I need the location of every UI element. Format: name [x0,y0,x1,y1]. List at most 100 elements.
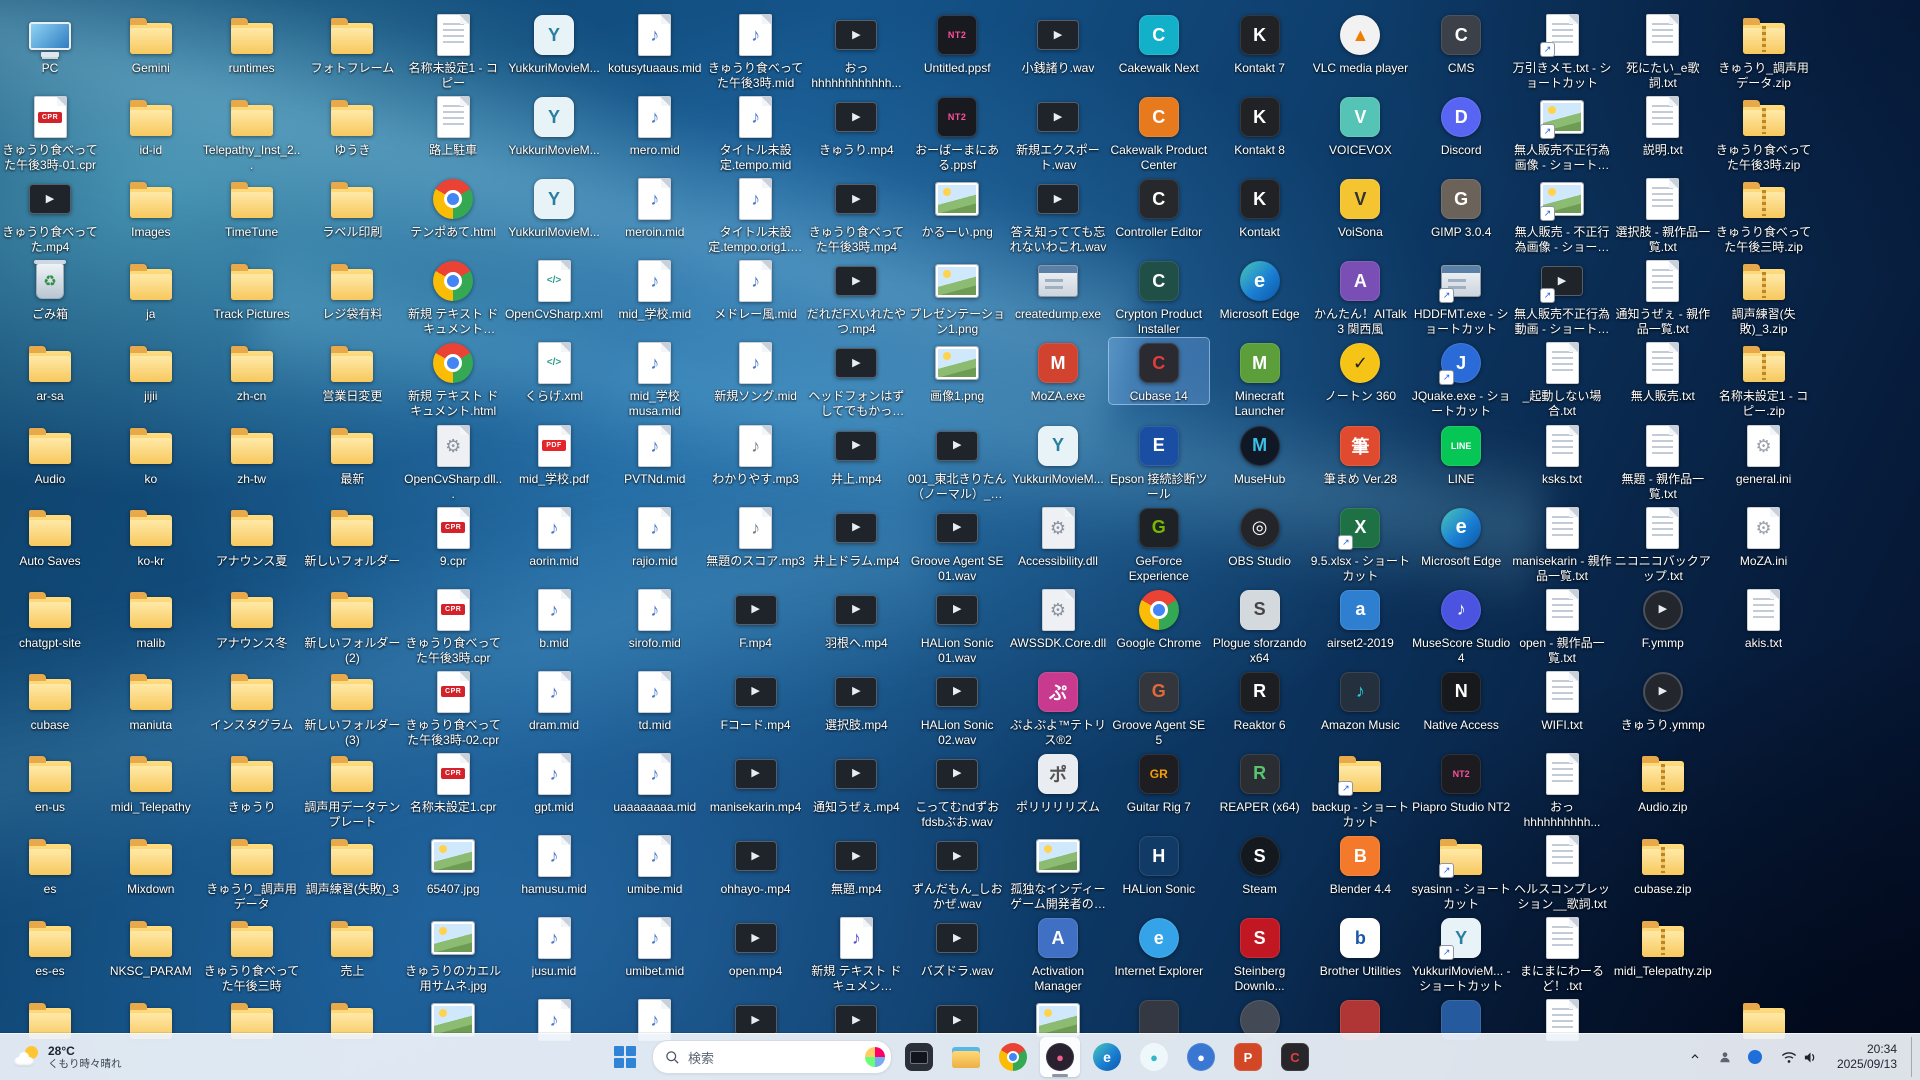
desktop-icon[interactable]: ♪ b.mid [504,585,604,651]
desktop-icon[interactable]: アナウンス夏 [202,503,302,569]
desktop-icon[interactable]: PC [0,10,100,76]
desktop-icon[interactable]: cubase.zip [1613,831,1713,897]
desktop-icon[interactable]: manisekarin - 親作品一覧.txt [1512,503,1612,584]
desktop-icon[interactable]: 新しいフォルダー (2) [302,585,402,666]
desktop-icon[interactable]: 調声練習(失敗)_3.zip [1714,256,1814,337]
desktop-icon[interactable]: ▶ きゅうり食べってた.mp4 [0,174,100,255]
desktop-icon[interactable]: ▶↗無人販売不正行為動画 - ショートカット [1512,256,1612,337]
desktop-icon[interactable]: ▶ バズドラ.wav [907,913,1007,979]
desktop-icon[interactable]: C Controller Editor [1109,174,1209,240]
desktop-icon[interactable]: ♪ きゅうり食べってた午後3時.mid [706,10,806,91]
desktop-icon[interactable]: ゆうき [302,92,402,158]
desktop-icon[interactable]: ♪ メドレー風.mid [706,256,806,322]
desktop-icon[interactable]: K Kontakt 7 [1210,10,1310,76]
desktop-icon[interactable]: G Groove Agent SE 5 [1109,667,1209,748]
start-button[interactable] [605,1037,645,1077]
desktop-icon[interactable]: きゅうり_調声用データ [202,831,302,912]
desktop-icon[interactable]: ♪ kotusytuaaus.mid [605,10,705,76]
desktop-icon[interactable]: ▶ 選択肢.mp4 [806,667,906,733]
desktop-icon[interactable]: en-us [0,749,100,815]
desktop-icon[interactable]: ヘルスコンプレッション__歌詞.txt [1512,831,1612,912]
search-input[interactable]: 検索 [652,1040,892,1074]
desktop-icon[interactable]: Images [101,174,201,240]
desktop-icon[interactable]: ♪ umibet.mid [605,913,705,979]
desktop-icon[interactable]: レジ袋有料 [302,256,402,322]
desktop-icon[interactable]: Y YukkuriMovieM... [504,174,604,240]
desktop-icon[interactable]: ♪ gpt.mid [504,749,604,815]
desktop-icon[interactable]: ▶ 新規エクスポート.wav [1008,92,1108,173]
desktop-icon[interactable]: 説明.txt [1613,92,1713,158]
desktop-icon[interactable]: 調声用データテンプレート [302,749,402,830]
desktop[interactable]: PCCPRきゅうり食べってた午後3時-01.cpr▶きゅうり食べってた.mp4ご… [0,0,1920,1080]
desktop-icon[interactable]: きゅうり食べってた午後三時.zip [1714,174,1814,255]
desktop-icon[interactable]: きゅうり_調声用データ.zip [1714,10,1814,91]
desktop-icon[interactable]: ぷぷよぷよ™テトリス®2 [1008,667,1108,748]
desktop-icon[interactable]: ♪ タイトル未設定.tempo.mid [706,92,806,173]
desktop-icon[interactable]: ラベル印刷 [302,174,402,240]
desktop-icon[interactable]: ▶ open.mp4 [706,913,806,979]
desktop-icon[interactable]: ar-sa [0,338,100,404]
taskbar-app-file-explorer[interactable] [946,1037,986,1077]
desktop-icon[interactable]: Y YukkuriMovieM... [504,92,604,158]
desktop-icon[interactable]: S Steam [1210,831,1310,897]
desktop-icon[interactable]: 名称未設定1 - コピー.zip [1714,338,1814,419]
desktop-icon[interactable]: malib [101,585,201,651]
desktop-icon[interactable]: es-es [0,913,100,979]
desktop-icon[interactable]: ▶ F.ymmp [1613,585,1713,651]
desktop-icon[interactable]: J ↗ JQuake.exe - ショートカット [1411,338,1511,419]
desktop-icon[interactable]: createdump.exe [1008,256,1108,322]
desktop-icon[interactable]: A Activation Manager [1008,913,1108,994]
desktop-icon[interactable]: ♪ mid_学校musa.mid [605,338,705,419]
desktop-icon[interactable]: ↗ backup - ショートカット [1310,749,1410,830]
desktop-icon[interactable]: ♪ umibe.mid [605,831,705,897]
desktop-icon[interactable]: ♪ sirofo.mid [605,585,705,651]
desktop-icon[interactable]: ksks.txt [1512,421,1612,487]
desktop-icon[interactable]: D Discord [1411,92,1511,158]
clock[interactable]: 20:34 2025/09/13 [1831,1037,1907,1077]
desktop-icon[interactable]: おっhhhhhhhhhh... [1512,749,1612,830]
desktop-icon[interactable]: ♪ PVTNd.mid [605,421,705,487]
desktop-icon[interactable]: ▶ 答え知ってても忘れないわこれ.wav [1008,174,1108,255]
desktop-icon[interactable]: ↗ syasinn - ショートカット [1411,831,1511,912]
desktop-icon[interactable]: Y YukkuriMovieM... [1008,421,1108,487]
desktop-icon[interactable]: ▶ 小銭諸り.wav [1008,10,1108,76]
weather-widget[interactable]: 28°C くもり時々晴れ [4,1037,132,1077]
desktop-icon[interactable]: ♪ mero.mid [605,92,705,158]
desktop-icon[interactable]: ♪ rajio.mid [605,503,705,569]
desktop-icon[interactable]: ▶ 無題.mp4 [806,831,906,897]
desktop-icon[interactable]: b Brother Utilities [1310,913,1410,979]
desktop-icon[interactable]: ▶ F.mp4 [706,585,806,651]
desktop-icon[interactable]: 選択肢 - 親作品一覧.txt [1613,174,1713,255]
desktop-icon[interactable]: M MoZA.exe [1008,338,1108,404]
desktop-icon[interactable]: ▶ HALion Sonic 02.wav [907,667,1007,748]
desktop-icon[interactable]: ♪ 新規ソング.mid [706,338,806,404]
desktop-icon[interactable]: K Kontakt 8 [1210,92,1310,158]
desktop-icon[interactable]: ♪ Amazon Music [1310,667,1410,733]
desktop-icon[interactable]: C Cubase 14 [1108,338,1209,405]
desktop-icon[interactable]: ♪タイトル未設定.tempo.orig1.mid [706,174,806,255]
desktop-icon[interactable]: ♪ uaaaaaaaa.mid [605,749,705,815]
desktop-icon[interactable]: ♪ mid_学校.mid [605,256,705,322]
desktop-icon[interactable]: Audio [0,421,100,487]
desktop-icon[interactable]: ▶ 井上ドラム.mp4 [806,503,906,569]
desktop-icon[interactable]: 通知うぜぇ - 親作品一覧.txt [1613,256,1713,337]
desktop-icon[interactable]: まにまにわーるど！.txt [1512,913,1612,994]
desktop-icon[interactable]: フォトフレーム [302,10,402,76]
desktop-icon[interactable]: H HALion Sonic [1109,831,1209,897]
desktop-icon[interactable]: ♪ hamusu.mid [504,831,604,897]
desktop-icon[interactable]: Y ↗ YukkuriMovieM... - ショートカット [1411,913,1511,994]
show-desktop-strip[interactable] [1911,1037,1918,1077]
desktop-icon[interactable]: GR Guitar Rig 7 [1109,749,1209,815]
desktop-icon[interactable]: ⚙ OpenCvSharp.dll... [403,421,503,502]
desktop-icon[interactable]: akis.txt [1714,585,1814,651]
taskbar-app-cubase[interactable]: C [1275,1037,1315,1077]
taskbar-app-active-media-app[interactable]: ● [1040,1037,1080,1077]
desktop-icon[interactable]: C Cakewalk Next [1109,10,1209,76]
desktop-icon[interactable]: ✓ ノートン 360 [1310,338,1410,404]
desktop-icon[interactable]: 新規 テキスト ドキュメント.html [403,338,503,419]
desktop-icon[interactable]: Track Pictures [202,256,302,322]
desktop-icon[interactable]: きゅうり食べってた午後3時.zip [1714,92,1814,173]
desktop-icon[interactable]: N Native Access [1411,667,1511,733]
desktop-icon[interactable]: 営業日変更 [302,338,402,404]
desktop-icon[interactable]: ♪ aorin.mid [504,503,604,569]
